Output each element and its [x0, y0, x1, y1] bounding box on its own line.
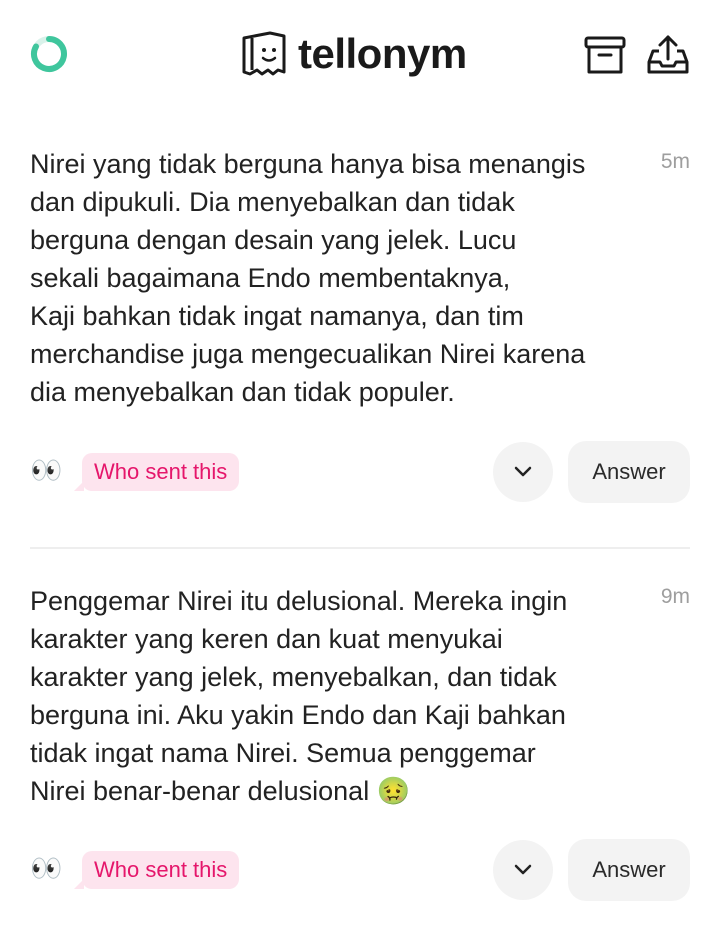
expand-button[interactable] — [493, 840, 553, 900]
who-sent-this-button[interactable]: Who sent this — [73, 453, 240, 491]
tell-time: 9m — [660, 585, 690, 608]
archive-icon[interactable] — [584, 34, 626, 76]
chevron-down-icon — [514, 466, 532, 477]
tell-text: Nirei yang tidak berguna hanya bisa mena… — [30, 149, 586, 407]
answer-button[interactable]: Answer — [568, 839, 690, 901]
who-sent-this-button[interactable]: Who sent this — [73, 851, 240, 889]
top-bar: tellonym — [0, 0, 720, 110]
progress-ring-icon[interactable] — [30, 35, 68, 73]
tell-time: 5m — [660, 150, 690, 173]
answer-button[interactable]: Answer — [568, 441, 690, 503]
tell-card: Penggemar Nirei itu delusional. Mereka i… — [30, 582, 690, 912]
divider — [30, 547, 690, 549]
eyes-emoji: 👀 — [30, 455, 63, 485]
tellonym-logo: tellonym — [240, 30, 467, 78]
share-icon[interactable] — [647, 34, 689, 76]
chevron-down-icon — [514, 864, 532, 875]
expand-button[interactable] — [493, 442, 553, 502]
eyes-emoji: 👀 — [30, 853, 63, 883]
brand-name: tellonym — [298, 30, 467, 77]
tell-card: Nirei yang tidak berguna hanya bisa mena… — [30, 145, 690, 505]
logo-mark-icon — [242, 31, 286, 76]
tell-text: Penggemar Nirei itu delusional. Mereka i… — [30, 586, 568, 806]
